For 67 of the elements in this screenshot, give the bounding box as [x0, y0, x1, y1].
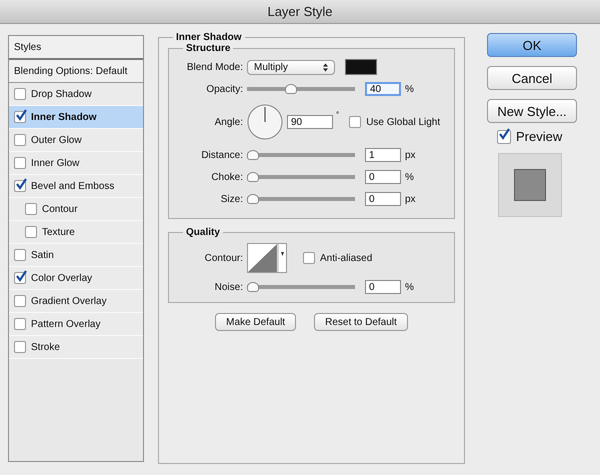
section-title: Inner Shadow — [175, 32, 243, 43]
slider-track[interactable] — [247, 194, 355, 204]
styles-header[interactable]: Styles — [9, 36, 143, 60]
slider-thumb[interactable] — [285, 84, 298, 94]
unit-label: % — [405, 84, 414, 94]
checkbox[interactable] — [497, 130, 511, 144]
checkbox[interactable] — [14, 295, 26, 307]
number-field[interactable]: 0 — [365, 280, 401, 294]
number-field[interactable]: 1 — [365, 148, 401, 162]
slider-track[interactable] — [247, 282, 355, 292]
checkbox-label: Preview — [516, 129, 562, 144]
preview-square — [514, 169, 546, 201]
field-label: Choke: — [210, 172, 243, 182]
checkbox[interactable] — [14, 134, 26, 146]
group-title: Quality — [185, 227, 221, 238]
field-label: Angle: — [214, 116, 243, 128]
field-label: Size: — [220, 194, 243, 204]
number-field[interactable]: 0 — [365, 192, 401, 206]
field-label: Distance: — [200, 150, 243, 160]
dialog-button[interactable]: OK — [487, 33, 577, 57]
blend-mode-dropdown[interactable]: Multiply — [247, 60, 335, 74]
unit-label: % — [405, 282, 414, 292]
checkbox[interactable] — [14, 111, 26, 123]
effect-item[interactable]: Bevel and Emboss — [9, 175, 143, 198]
checkbox[interactable] — [14, 318, 26, 330]
checkbox-label: Use Global Light — [366, 116, 440, 128]
unit-label: px — [405, 150, 416, 160]
field-label: Contour: — [204, 252, 243, 264]
dialog-button[interactable]: Cancel — [487, 66, 577, 90]
angle-field[interactable]: 90 — [287, 115, 333, 129]
checkbox-label: Anti-aliased — [320, 252, 372, 264]
color-swatch[interactable] — [345, 59, 377, 75]
checkbox[interactable] — [14, 341, 26, 353]
field-label: Blend Mode: — [186, 62, 243, 72]
checkbox[interactable] — [25, 226, 37, 238]
dialog-button[interactable]: New Style... — [487, 99, 577, 123]
slider-thumb[interactable] — [247, 194, 259, 204]
checkbox[interactable] — [25, 203, 37, 215]
unit-label: % — [405, 172, 414, 182]
checkbox[interactable] — [14, 88, 26, 100]
checkbox[interactable] — [14, 157, 26, 169]
checkbox[interactable] — [14, 180, 26, 192]
effect-item[interactable]: Inner Shadow — [9, 106, 143, 129]
field-label: Opacity: — [205, 84, 243, 94]
checkbox[interactable] — [303, 252, 315, 264]
group-title: Structure — [185, 43, 232, 54]
slider-track[interactable] — [247, 172, 355, 182]
slider-thumb[interactable] — [247, 172, 259, 182]
checkbox[interactable] — [14, 249, 26, 261]
checkbox[interactable] — [349, 116, 362, 128]
slider-thumb[interactable] — [247, 150, 259, 160]
stepper-arrows-icon — [323, 62, 328, 72]
window-title: Layer Style — [267, 4, 333, 19]
effect-item[interactable]: Color Overlay — [9, 267, 143, 290]
unit-label: px — [405, 194, 416, 204]
unit-label: ° — [336, 110, 340, 119]
slider-thumb[interactable] — [247, 282, 259, 292]
number-field[interactable]: 40 — [365, 82, 401, 96]
checkbox[interactable] — [14, 272, 26, 284]
blending-options-item[interactable]: Blending Options: Default — [9, 60, 143, 83]
number-field[interactable]: 0 — [365, 170, 401, 184]
push-button[interactable]: Make Default — [215, 313, 296, 331]
angle-dial[interactable] — [247, 104, 283, 140]
field-label: Noise: — [214, 282, 243, 292]
slider-track[interactable] — [247, 150, 355, 160]
contour-picker[interactable] — [247, 243, 287, 273]
push-button[interactable]: Reset to Default — [314, 313, 408, 331]
